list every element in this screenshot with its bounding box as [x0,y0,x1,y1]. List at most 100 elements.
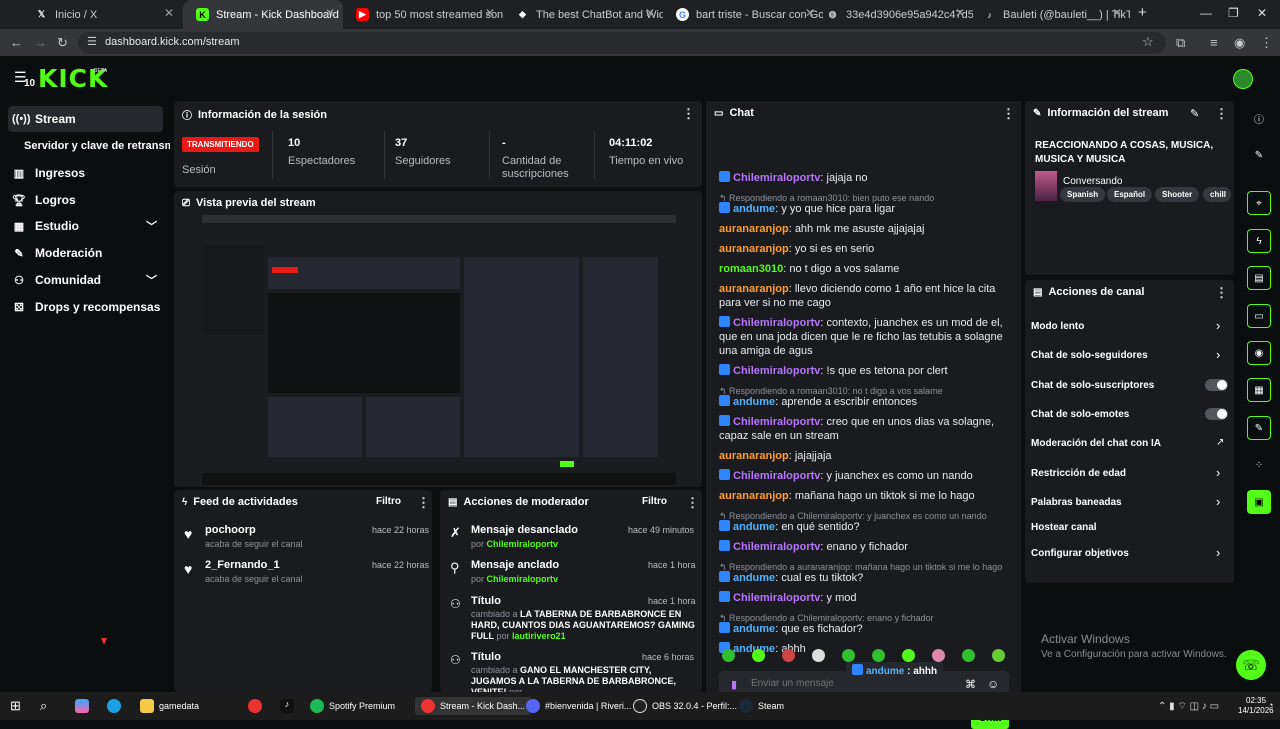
banned-words-row[interactable]: Palabras baneadas [1031,497,1122,508]
broadcast-icon[interactable]: ◉ [1247,341,1271,365]
chat-username[interactable]: Chilemiraloportv [733,172,820,184]
feed-item-name[interactable]: 2_Fernando_1 [205,559,280,571]
emote-icon[interactable] [872,649,885,662]
feed-item-name[interactable]: pochoorp [205,524,256,536]
document-icon[interactable]: ▤ [1247,266,1271,290]
bookmark-star-icon[interactable]: ☆ [1142,34,1154,50]
tab-kick-dashboard[interactable]: K Stream - Kick Dashboard ✕ [183,0,343,29]
tag[interactable]: chill [1203,187,1231,202]
sidebar-item-logros[interactable]: 🏆︎ Logros [8,187,163,213]
emote-icon[interactable] [992,649,1005,662]
chevron-right-icon[interactable]: › [1216,494,1220,509]
command-icon[interactable]: ⌘ [965,678,976,691]
site-info-icon[interactable]: ☰ [87,35,97,48]
chat-username[interactable]: auranaranjop [719,450,789,462]
age-restriction-row[interactable]: Restricción de edad [1031,468,1126,479]
slow-mode-row[interactable]: Modo lento [1031,321,1084,332]
chevron-right-icon[interactable]: › [1216,347,1220,362]
chevron-right-icon[interactable]: › [1216,545,1220,560]
chevron-right-icon[interactable]: › [1216,465,1220,480]
tab-x[interactable]: 𝕏 Inicio / X ✕ [22,0,182,29]
emotes-only-toggle[interactable] [1205,408,1228,420]
sidebar-item-drops[interactable]: ⚄ Drops y recompensas [8,294,163,320]
close-tab-icon[interactable]: ✕ [645,6,655,20]
emote-icon[interactable] [962,649,975,662]
taskbar-item-obs[interactable]: OBS 32.0.4 - Perfil:... [633,697,737,715]
chat-username[interactable]: auranaranjop [719,283,789,295]
tray-icons[interactable]: ⌃ ▮ ⌔ ◫ ♪ ▭ [1158,697,1219,715]
chat-username[interactable]: Chilemiraloportv [733,541,820,553]
search-icon[interactable]: ⌕ [40,697,47,715]
chat-username[interactable]: Chilemiraloportv [733,317,820,329]
category-name[interactable]: Conversando [1063,176,1122,187]
goals-row[interactable]: Configurar objetivos [1031,548,1129,559]
host-channel-row[interactable]: Hostear canal [1031,522,1097,533]
tab-google[interactable]: Gbart triste - Buscar con Google✕ [663,0,823,29]
emote-icon[interactable] [752,649,765,662]
sidebar-item-moderacion[interactable]: ✎ Moderación [8,240,163,266]
close-window-button[interactable]: ✕ [1257,6,1267,20]
followers-only-row[interactable]: Chat de solo-seguidores [1031,350,1148,361]
emote-icon[interactable] [812,649,825,662]
kebab-menu-icon[interactable]: ⋮ [686,495,699,511]
emote-icon[interactable] [902,649,915,662]
taskbar-item-steam[interactable]: Steam [739,697,784,715]
sidebar-item-estudio[interactable]: ▦ Estudio ﹀ [8,213,163,239]
wrench-icon[interactable]: ✎ [1247,416,1271,440]
chat-username[interactable]: romaan3010 [719,263,783,275]
chat-bubble-icon[interactable]: ▭ [1247,304,1271,328]
minimize-button[interactable]: — [1200,6,1212,20]
chat-username[interactable]: Chilemiraloportv [733,470,820,482]
support-bubble-icon[interactable]: ☏ [1236,650,1266,680]
subscribers-only-toggle[interactable] [1205,379,1228,391]
kebab-menu-icon[interactable]: ⋮ [1215,285,1228,301]
kebab-menu-icon[interactable]: ⋮ [1002,106,1015,122]
chat-username[interactable]: andume [733,396,775,408]
chat-username[interactable]: auranaranjop [719,490,789,502]
close-tab-icon[interactable]: ✕ [955,6,965,20]
tiktok-icon[interactable]: ♪ [280,697,299,715]
sidebar-item-comunidad[interactable]: ⚇ Comunidad ﹀ [8,267,163,293]
notification-bell-icon[interactable]: ◔ [1268,700,1273,710]
chat-username[interactable]: andume [733,572,775,584]
emote-icon[interactable] [782,649,795,662]
tab-tiktok[interactable]: ♪ Bauleti (@bauleti__) | TikTok ✕ [970,0,1130,29]
close-tab-icon[interactable]: ✕ [1112,6,1122,20]
back-arrow-icon[interactable]: ← [10,35,23,50]
stream-preview-video[interactable] [202,215,676,485]
menu-dots-icon[interactable]: ⋮ [1260,35,1273,51]
chat-username[interactable]: Chilemiraloportv [733,592,820,604]
kebab-menu-icon[interactable]: ⋮ [1215,106,1228,122]
chat-username[interactable]: andume [733,623,775,635]
tab-botrix[interactable]: ◆The best ChatBot and Widgets✕ [503,0,663,29]
media-icon[interactable]: ≡ [1210,35,1218,50]
chrome-icon[interactable] [248,697,267,715]
chat-username[interactable]: auranaranjop [719,223,789,235]
mic-icon[interactable]: ▮ [731,678,737,691]
ai-moderation-row[interactable]: Moderación del chat con IA [1031,438,1161,449]
tab-globe[interactable]: ◍33e4d3906e95a942c47d5f3672✕ [813,0,973,29]
filter-button[interactable]: Filtro [376,496,401,507]
url-field[interactable]: ☰ dashboard.kick.com/stream ☆ [78,32,1166,54]
clock-time[interactable]: 02:35 [1246,696,1266,705]
taskbar-item-discord[interactable]: #bienvenida | Riveri... [526,697,631,715]
chat-username[interactable]: andume [733,521,775,533]
clip-icon[interactable]: ⌖ [1247,191,1271,215]
windows-start-icon[interactable]: ⊞ [10,697,21,715]
chat-username[interactable]: andume [733,203,775,215]
restore-button[interactable]: ❐ [1228,6,1239,20]
edit-icon[interactable]: ✎ [1247,143,1271,167]
close-tab-icon[interactable]: ✕ [164,6,174,20]
emote-icon[interactable] [722,649,735,662]
edit-icon[interactable]: ✎ [1190,107,1199,120]
tag[interactable]: Shooter [1155,187,1200,202]
tag[interactable]: Español [1107,187,1153,202]
kebab-menu-icon[interactable]: ⋮ [682,106,695,122]
chat-username[interactable]: Chilemiraloportv [733,365,820,377]
user-avatar[interactable] [1233,69,1253,89]
external-link-icon[interactable]: ↗ [1216,437,1224,448]
filter-button[interactable]: Filtro [642,496,667,507]
emote-icon[interactable] [842,649,855,662]
taskbar-item-gamedata[interactable]: gamedata [140,697,199,715]
chat-username[interactable]: auranaranjop [719,243,789,255]
